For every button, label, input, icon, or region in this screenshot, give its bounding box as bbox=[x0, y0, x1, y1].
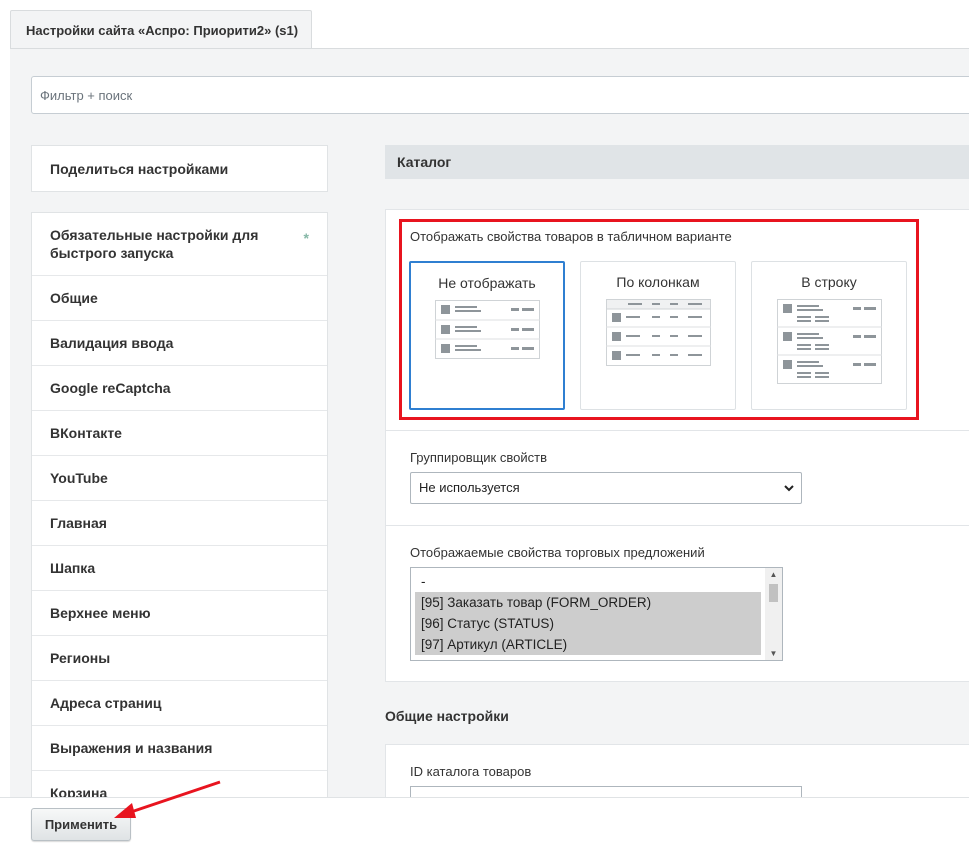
sidebar-item-general[interactable]: Общие bbox=[32, 276, 327, 321]
grouper-label: Группировщик свойств bbox=[410, 450, 547, 465]
highlight-annotation-box bbox=[399, 219, 919, 420]
sidebar-item-main[interactable]: Главная bbox=[32, 501, 327, 546]
apply-button[interactable]: Применить bbox=[31, 808, 131, 841]
sidebar-item-required-settings[interactable]: Обязательные настройки для быстрого запу… bbox=[32, 213, 327, 276]
sidebar-item-validation[interactable]: Валидация ввода bbox=[32, 321, 327, 366]
sidebar-item-recaptcha[interactable]: Google reCaptcha bbox=[32, 366, 327, 411]
sidebar-item-youtube[interactable]: YouTube bbox=[32, 456, 327, 501]
chevron-down-icon bbox=[783, 473, 795, 514]
offers-props-label: Отображаемые свойства торговых предложен… bbox=[410, 545, 705, 560]
section-heading-general: Общие настройки bbox=[385, 708, 509, 724]
scrollbar-thumb[interactable] bbox=[769, 584, 778, 602]
sidebar-item-top-menu[interactable]: Верхнее меню bbox=[32, 591, 327, 636]
section-heading-catalog: Каталог bbox=[385, 145, 969, 179]
settings-sidebar-menu: Обязательные настройки для быстрого запу… bbox=[31, 212, 328, 798]
scroll-up-icon[interactable]: ▲ bbox=[765, 570, 782, 579]
listbox-scrollbar[interactable]: ▲ ▼ bbox=[765, 568, 782, 660]
catalog-id-label: ID каталога товаров bbox=[410, 764, 532, 779]
tab-bar: Настройки сайта «Аспро: Приорити2» (s1) bbox=[0, 0, 969, 49]
sidebar-item-page-addresses[interactable]: Адреса страниц bbox=[32, 681, 327, 726]
sidebar-item-header[interactable]: Шапка bbox=[32, 546, 327, 591]
sidebar-item-label: Обязательные настройки для быстрого запу… bbox=[50, 227, 259, 261]
grouper-selected-value: Не используется bbox=[419, 480, 520, 495]
required-star-icon: * bbox=[303, 230, 309, 246]
sidebar-item-basket[interactable]: Корзина bbox=[32, 771, 327, 797]
sidebar-item-phrases[interactable]: Выражения и названия bbox=[32, 726, 327, 771]
sidebar-item-vkontakte[interactable]: ВКонтакте bbox=[32, 411, 327, 456]
sidebar-item-regions[interactable]: Регионы bbox=[32, 636, 327, 681]
footer-bar bbox=[0, 797, 969, 854]
scroll-down-icon[interactable]: ▼ bbox=[765, 649, 782, 658]
list-option[interactable]: [96] Статус (STATUS) bbox=[415, 613, 761, 634]
tab-site-settings[interactable]: Настройки сайта «Аспро: Приорити2» (s1) bbox=[10, 10, 312, 49]
offers-props-multiselect[interactable]: - [95] Заказать товар (FORM_ORDER) [96] … bbox=[410, 567, 783, 661]
grouper-select[interactable]: Не используется bbox=[410, 472, 802, 504]
filter-search-input[interactable]: Фильтр + поиск bbox=[31, 76, 969, 114]
list-option[interactable]: - bbox=[415, 571, 761, 592]
share-settings-button[interactable]: Поделиться настройками bbox=[31, 145, 328, 192]
list-option[interactable]: [97] Артикул (ARTICLE) bbox=[415, 634, 761, 655]
list-option[interactable]: [95] Заказать товар (FORM_ORDER) bbox=[415, 592, 761, 613]
